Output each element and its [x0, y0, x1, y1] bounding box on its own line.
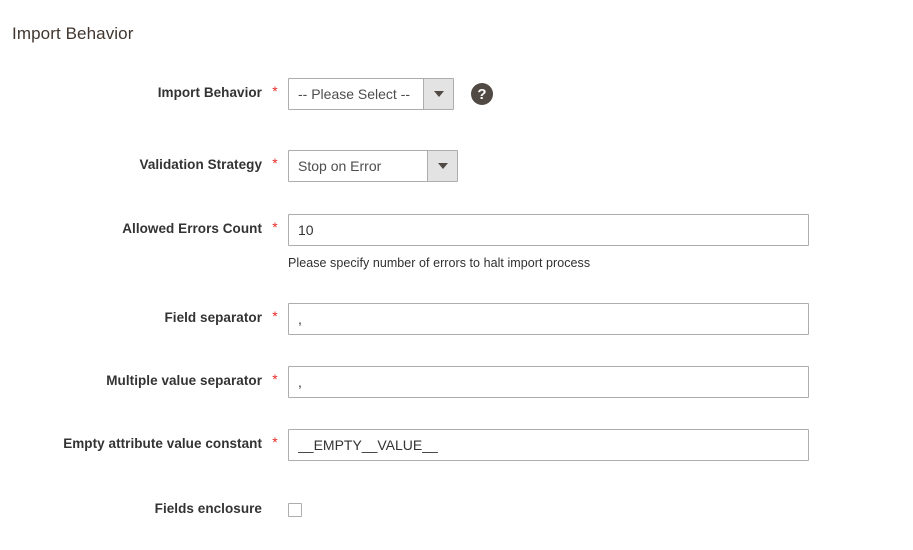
- field-label-empty-attribute-value-constant: Empty attribute value constant: [0, 429, 262, 452]
- field-label-fields-enclosure: Fields enclosure: [0, 494, 262, 517]
- required-marker-empty-attribute-value-constant: *: [262, 429, 288, 452]
- import-behavior-select-value: -- Please Select --: [289, 79, 423, 109]
- field-label-multiple-value-separator: Multiple value separator: [0, 366, 262, 389]
- multiple-value-separator-input[interactable]: [288, 366, 809, 398]
- label-text: Empty attribute value constant: [63, 436, 262, 451]
- field-label-field-separator: Field separator: [0, 303, 262, 326]
- required-marker-fields-enclosure: [262, 494, 288, 499]
- field-control-fields-enclosure: [288, 494, 913, 517]
- label-text: Validation Strategy: [139, 157, 262, 172]
- field-control-validation-strategy: Stop on Error: [288, 150, 913, 182]
- field-label-import-behavior: Import Behavior: [0, 78, 262, 101]
- required-marker-multiple-value-separator: *: [262, 366, 288, 389]
- label-text: Allowed Errors Count: [122, 221, 262, 236]
- required-asterisk: *: [272, 308, 278, 324]
- field-separator-input[interactable]: [288, 303, 809, 335]
- required-marker-validation-strategy: *: [262, 150, 288, 173]
- label-text: Field separator: [164, 310, 262, 325]
- help-question-icon[interactable]: ?: [471, 83, 493, 105]
- required-asterisk: *: [272, 83, 278, 99]
- label-text: Multiple value separator: [106, 373, 262, 388]
- required-marker-field-separator: *: [262, 303, 288, 326]
- allowed-errors-count-note: Please specify number of errors to halt …: [288, 256, 591, 270]
- form-row-multiple-value-separator: Multiple value separator *: [0, 366, 913, 398]
- field-label-validation-strategy: Validation Strategy: [0, 150, 262, 173]
- form-row-allowed-errors-count: Allowed Errors Count * Please specify nu…: [0, 214, 913, 271]
- validation-strategy-select[interactable]: Stop on Error: [288, 150, 458, 182]
- field-control-allowed-errors-count: Please specify number of errors to halt …: [288, 214, 913, 271]
- required-asterisk: *: [272, 371, 278, 387]
- chevron-down-icon[interactable]: [423, 79, 453, 109]
- field-control-import-behavior: -- Please Select -- ?: [288, 78, 913, 110]
- field-control-empty-attribute-value-constant: [288, 429, 913, 461]
- label-text: Import Behavior: [157, 85, 262, 100]
- page-title: Import Behavior: [12, 24, 134, 43]
- fields-enclosure-checkbox[interactable]: [288, 503, 302, 517]
- form-row-import-behavior: Import Behavior * -- Please Select -- ?: [0, 78, 913, 110]
- chevron-down-icon[interactable]: [427, 151, 457, 181]
- caret-shape: [437, 163, 448, 169]
- form-row-validation-strategy: Validation Strategy * Stop on Error: [0, 150, 913, 182]
- required-asterisk: *: [272, 155, 278, 171]
- required-asterisk: *: [272, 219, 278, 235]
- validation-strategy-select-value: Stop on Error: [289, 151, 427, 181]
- form-row-field-separator: Field separator *: [0, 303, 913, 335]
- field-control-field-separator: [288, 303, 913, 335]
- import-behavior-form-page: Import Behavior Import Behavior * -- Ple…: [0, 0, 913, 550]
- required-marker-import-behavior: *: [262, 78, 288, 101]
- allowed-errors-count-input[interactable]: [288, 214, 809, 246]
- caret-shape: [433, 91, 444, 97]
- empty-attribute-value-constant-input[interactable]: [288, 429, 809, 461]
- field-label-allowed-errors-count: Allowed Errors Count: [0, 214, 262, 237]
- form-row-fields-enclosure: Fields enclosure: [0, 494, 913, 517]
- field-control-multiple-value-separator: [288, 366, 913, 398]
- import-behavior-select[interactable]: -- Please Select --: [288, 78, 454, 110]
- required-marker-allowed-errors-count: *: [262, 214, 288, 237]
- form-row-empty-attribute-value-constant: Empty attribute value constant *: [0, 429, 913, 461]
- label-text: Fields enclosure: [154, 501, 262, 516]
- required-asterisk: *: [272, 434, 278, 450]
